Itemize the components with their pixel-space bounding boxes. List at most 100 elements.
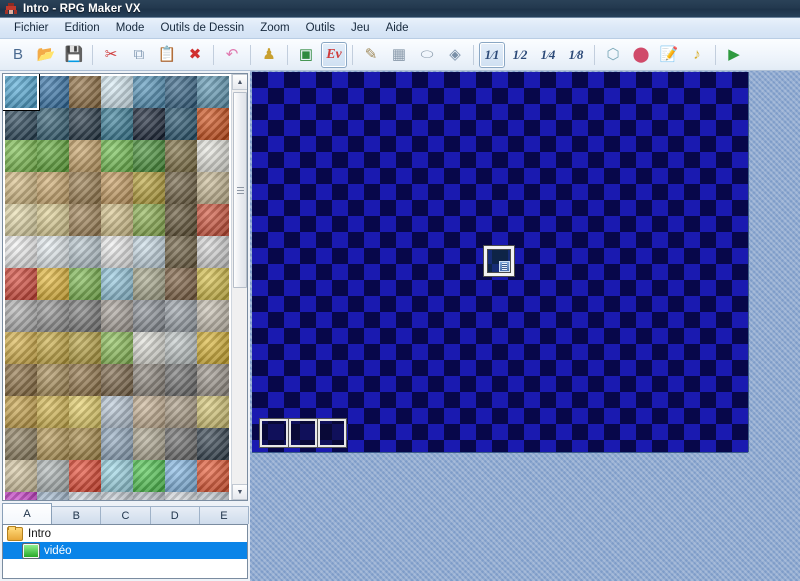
menu-aide[interactable]: Aide — [378, 20, 417, 36]
tileset-tile[interactable] — [101, 396, 133, 428]
tileset-tile[interactable] — [197, 300, 229, 332]
tileset-tile[interactable] — [197, 332, 229, 364]
tileset-tile[interactable] — [69, 364, 101, 396]
tileset-tile[interactable] — [37, 268, 69, 300]
tileset-tile[interactable] — [101, 76, 133, 108]
tileset-tile[interactable] — [5, 460, 37, 492]
tileset-tile[interactable] — [133, 332, 165, 364]
tileset-tile[interactable] — [133, 300, 165, 332]
tileset-tile[interactable] — [101, 492, 133, 501]
tileset-tile[interactable] — [69, 492, 101, 501]
playtest-button[interactable]: ▶ — [721, 42, 747, 68]
copy-button[interactable]: ⧉ — [126, 42, 152, 68]
tileset-tile[interactable] — [69, 460, 101, 492]
rectangle-tool-button[interactable]: ▦ — [386, 42, 412, 68]
tileset-tile[interactable] — [37, 396, 69, 428]
new-project-button[interactable]: ὜B — [5, 42, 31, 68]
tileset-tile[interactable] — [5, 204, 37, 236]
event-mode-button[interactable]: Ev — [321, 42, 347, 68]
tileset-tile[interactable] — [69, 300, 101, 332]
cut-button[interactable]: ✂ — [98, 42, 124, 68]
tileset-tile[interactable] — [197, 76, 229, 108]
tileset-tile[interactable] — [133, 492, 165, 501]
tile-cursor[interactable] — [484, 246, 514, 276]
tileset-scrollbar[interactable]: ▲ ▼ — [231, 74, 247, 500]
tileset-tile[interactable] — [37, 300, 69, 332]
tileset-tile[interactable] — [133, 460, 165, 492]
tileset-tile[interactable] — [5, 492, 37, 501]
tileset-tile[interactable] — [5, 236, 37, 268]
menu-outils-de-dessin[interactable]: Outils de Dessin — [152, 20, 252, 36]
menu-mode[interactable]: Mode — [108, 20, 153, 36]
tab-d[interactable]: D — [150, 506, 200, 524]
tileset-tile[interactable] — [165, 204, 197, 236]
ellipse-tool-button[interactable]: ⬭ — [414, 42, 440, 68]
tileset-tile[interactable] — [165, 108, 197, 140]
tileset-tile[interactable] — [37, 76, 69, 108]
tileset-tile[interactable] — [197, 172, 229, 204]
tileset-tile[interactable] — [133, 268, 165, 300]
map-tree[interactable]: Intro vidéo — [2, 524, 248, 579]
tileset-tile[interactable] — [165, 172, 197, 204]
menu-outils[interactable]: Outils — [298, 20, 343, 36]
tileset-tile[interactable] — [197, 492, 229, 501]
tileset-tile[interactable] — [197, 396, 229, 428]
tileset-tile[interactable] — [69, 140, 101, 172]
tileset-tile[interactable] — [5, 428, 37, 460]
menu-zoom[interactable]: Zoom — [252, 20, 297, 36]
map-event-marker[interactable] — [260, 419, 288, 447]
tileset-tile[interactable] — [37, 460, 69, 492]
tileset-tile[interactable] — [197, 428, 229, 460]
tileset-tile[interactable] — [165, 364, 197, 396]
tileset-tile[interactable] — [5, 172, 37, 204]
menu-fichier[interactable]: Fichier — [6, 20, 57, 36]
tileset-tile[interactable] — [37, 364, 69, 396]
tileset-tile[interactable] — [5, 268, 37, 300]
delete-button[interactable]: ✖ — [182, 42, 208, 68]
tileset-tile[interactable] — [133, 364, 165, 396]
tileset-tile[interactable] — [101, 268, 133, 300]
tileset-tile[interactable] — [197, 364, 229, 396]
character-mode-button[interactable]: ♟ — [256, 42, 282, 68]
tileset-tile[interactable] — [37, 140, 69, 172]
zoom-1-2-button[interactable]: 1⁄2 — [507, 42, 533, 68]
fill-tool-button[interactable]: ◈ — [442, 42, 468, 68]
tileset-tile[interactable] — [101, 108, 133, 140]
tileset-tile[interactable] — [165, 76, 197, 108]
tileset-tile[interactable] — [69, 396, 101, 428]
tab-e[interactable]: E — [199, 506, 249, 524]
tileset-tile[interactable] — [69, 204, 101, 236]
tileset-tile[interactable] — [165, 396, 197, 428]
tileset-tile[interactable] — [197, 204, 229, 236]
tileset-tile[interactable] — [165, 332, 197, 364]
tab-c[interactable]: C — [100, 506, 150, 524]
tileset-tile[interactable] — [165, 300, 197, 332]
tileset-tile[interactable] — [101, 172, 133, 204]
tileset-tile[interactable] — [133, 204, 165, 236]
tileset-tile[interactable] — [69, 76, 101, 108]
tileset-tile[interactable] — [69, 108, 101, 140]
tileset-tile[interactable] — [133, 428, 165, 460]
tileset-tile[interactable] — [165, 268, 197, 300]
tileset-tile[interactable] — [69, 332, 101, 364]
tileset-tile[interactable] — [5, 140, 37, 172]
sound-test-button[interactable]: ♪ — [684, 42, 710, 68]
undo-button[interactable]: ↶ — [219, 42, 245, 68]
tileset-tile[interactable] — [69, 428, 101, 460]
map-event-marker[interactable] — [318, 419, 346, 447]
tileset-tile[interactable] — [5, 108, 37, 140]
tileset-tile[interactable] — [5, 332, 37, 364]
layer-button[interactable]: ⬡ — [600, 42, 626, 68]
tileset-tile[interactable] — [101, 140, 133, 172]
paste-button[interactable]: 📋 — [154, 42, 180, 68]
tileset-tile[interactable] — [133, 76, 165, 108]
pencil-tool-button[interactable]: ✎ — [358, 42, 384, 68]
open-project-button[interactable]: 📂 — [33, 42, 59, 68]
map-editor-area[interactable] — [250, 71, 800, 581]
scroll-up-arrow-icon[interactable]: ▲ — [232, 74, 248, 90]
tileset-tile[interactable] — [165, 140, 197, 172]
tileset-tile[interactable] — [101, 236, 133, 268]
map-tree-item-intro[interactable]: Intro — [3, 525, 247, 542]
tileset-tile[interactable] — [69, 268, 101, 300]
zoom-1-1-button[interactable]: 1⁄1 — [479, 42, 505, 68]
